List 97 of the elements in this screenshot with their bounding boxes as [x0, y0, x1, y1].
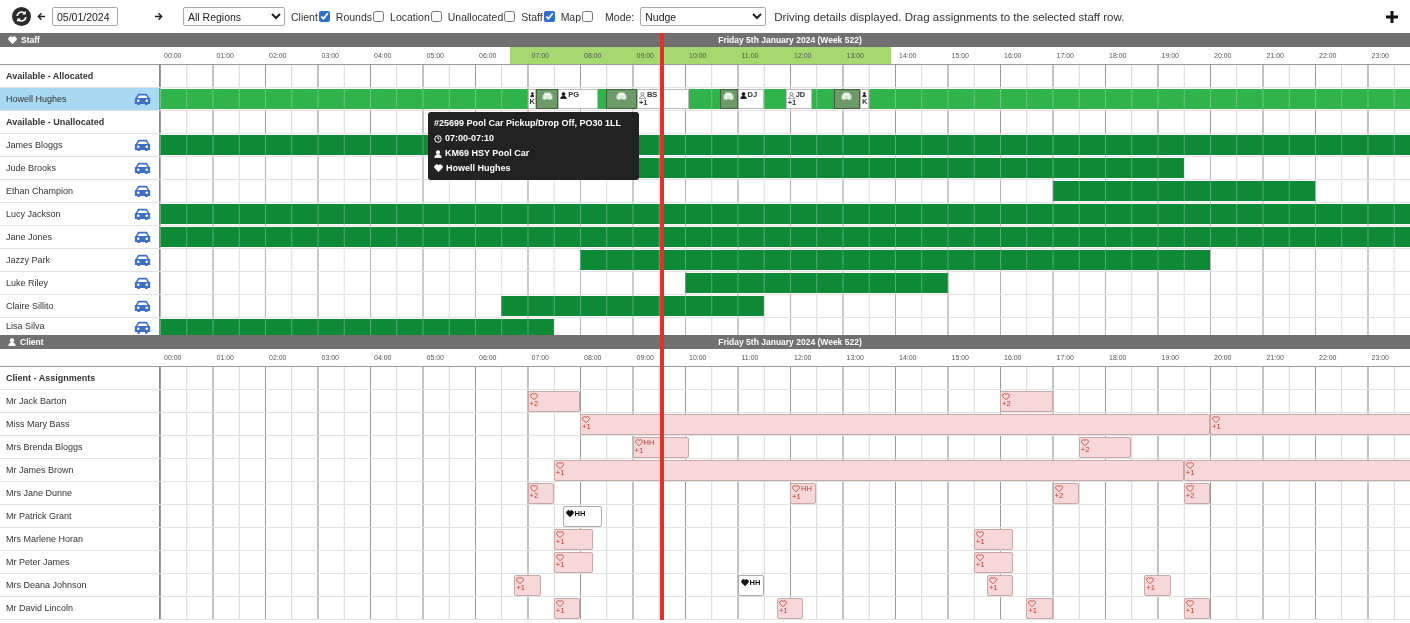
car-icon: [134, 299, 151, 313]
section-title: Client: [20, 337, 44, 347]
tooltip-time: 07:00-07:10: [445, 132, 495, 145]
heart-icon: [778, 600, 787, 608]
car-icon: [616, 92, 628, 101]
client-name[interactable]: Miss Mary Bass: [6, 419, 70, 429]
refresh-icon[interactable]: [12, 7, 31, 26]
heart-icon: [1185, 600, 1194, 608]
vehicle-block[interactable]: [720, 89, 738, 109]
vehicle-block[interactable]: [606, 89, 637, 109]
person-icon: [8, 338, 16, 346]
mode-label: Mode:: [605, 10, 635, 23]
heart-icon: [8, 35, 17, 45]
filter-label: Client: [291, 10, 318, 23]
vehicle-block[interactable]: [833, 89, 860, 109]
status-message: Driving details displayed. Drag assignments to the selected staff row.: [774, 10, 1125, 23]
staff-row-label[interactable]: Howell Hughes: [0, 88, 160, 110]
client-name[interactable]: Mr David Lincoln: [6, 603, 74, 613]
date-field[interactable]: 05/01/2024: [52, 7, 118, 26]
client-name[interactable]: Mrs Deana Johnson: [6, 580, 87, 590]
filter-checkbox[interactable]: [373, 11, 385, 22]
filter-checkbox[interactable]: [543, 11, 555, 22]
heart-icon: [1212, 416, 1220, 424]
client-name[interactable]: Mr Jack Barton: [6, 396, 67, 406]
heart-icon: [555, 531, 564, 539]
group-heading: Available - Allocated: [6, 71, 94, 81]
heart-icon: [740, 578, 749, 587]
client-name[interactable]: Mrs Brenda Bloggs: [6, 442, 83, 452]
person-icon: [638, 91, 646, 99]
heart-icon: [975, 554, 984, 562]
tooltip-staff: Howell Hughes: [446, 162, 511, 175]
heart-icon: [988, 577, 997, 585]
heart-icon: [1185, 462, 1194, 470]
heart-icon: [1054, 485, 1063, 493]
mode-select[interactable]: Nudge: [640, 7, 767, 26]
person-icon: [434, 149, 442, 158]
heart-icon: [516, 577, 525, 585]
car-icon: [134, 207, 151, 221]
section-title: Staff: [21, 35, 40, 45]
car-icon: [134, 161, 151, 175]
client-name[interactable]: Mr Peter James: [6, 557, 70, 567]
heart-icon: [792, 485, 800, 493]
client-name[interactable]: Mrs Jane Dunne: [6, 488, 73, 498]
car-icon: [134, 138, 151, 152]
person-icon: [787, 91, 795, 99]
person-icon: [862, 91, 867, 98]
car-icon: [134, 276, 151, 290]
date-title: Friday 5th January 2024 (Week 522): [717, 35, 863, 45]
heart-icon: [529, 393, 538, 401]
filter-label: Map: [560, 10, 582, 23]
region-select[interactable]: All Regions: [183, 7, 285, 26]
car-icon: [134, 321, 151, 334]
car-icon: [134, 92, 151, 106]
plus-icon[interactable]: [1386, 10, 1398, 23]
tooltip-vehicle: KM69 HSY Pool Car: [445, 147, 530, 160]
filter-label: Location: [390, 10, 430, 23]
heart-icon: [1028, 600, 1037, 608]
filter-checkbox[interactable]: [318, 11, 330, 22]
group-heading: Available - Unallocated: [6, 117, 105, 127]
arrow-right-icon[interactable]: [154, 12, 163, 21]
car-icon: [841, 92, 853, 101]
clock-icon: [434, 134, 442, 143]
heart-icon: [555, 554, 564, 562]
filter-label: Unallocated: [447, 10, 504, 23]
filter-label: Rounds: [335, 10, 373, 23]
car-icon: [723, 92, 735, 101]
heart-icon: [529, 485, 538, 493]
client-name[interactable]: Mrs Marlene Horan: [6, 534, 84, 544]
person-icon: [739, 91, 747, 99]
heart-icon: [434, 164, 443, 173]
heart-icon: [1146, 577, 1155, 585]
car-icon: [541, 92, 553, 101]
client-name[interactable]: Mr James Brown: [6, 465, 74, 475]
person-icon: [529, 91, 535, 98]
filter-checkbox[interactable]: [430, 11, 442, 22]
heart-icon: [565, 509, 574, 518]
filter-checkbox[interactable]: [504, 11, 516, 22]
person-icon: [560, 91, 568, 99]
car-icon: [134, 253, 151, 267]
heart-icon: [582, 416, 590, 424]
filter-label: Staff: [521, 10, 543, 23]
car-icon: [134, 230, 151, 244]
heart-icon: [1080, 439, 1089, 447]
client-name[interactable]: Mr Patrick Grant: [6, 511, 72, 521]
date-title: Friday 5th January 2024 (Week 522): [717, 337, 863, 347]
heart-icon: [555, 462, 564, 470]
group-heading: Client - Assignments: [6, 373, 96, 383]
heart-icon: [634, 439, 643, 447]
car-icon: [134, 184, 151, 198]
heart-icon: [1185, 485, 1194, 493]
heart-icon: [1002, 393, 1010, 401]
filter-checkbox[interactable]: [582, 11, 594, 22]
tooltip-title: #25699 Pool Car Pickup/Drop Off, PO30 1LL: [434, 117, 622, 130]
vehicle-block[interactable]: [536, 89, 559, 109]
arrow-left-icon[interactable]: [37, 12, 46, 21]
heart-icon: [555, 600, 564, 608]
heart-icon: [975, 531, 984, 539]
